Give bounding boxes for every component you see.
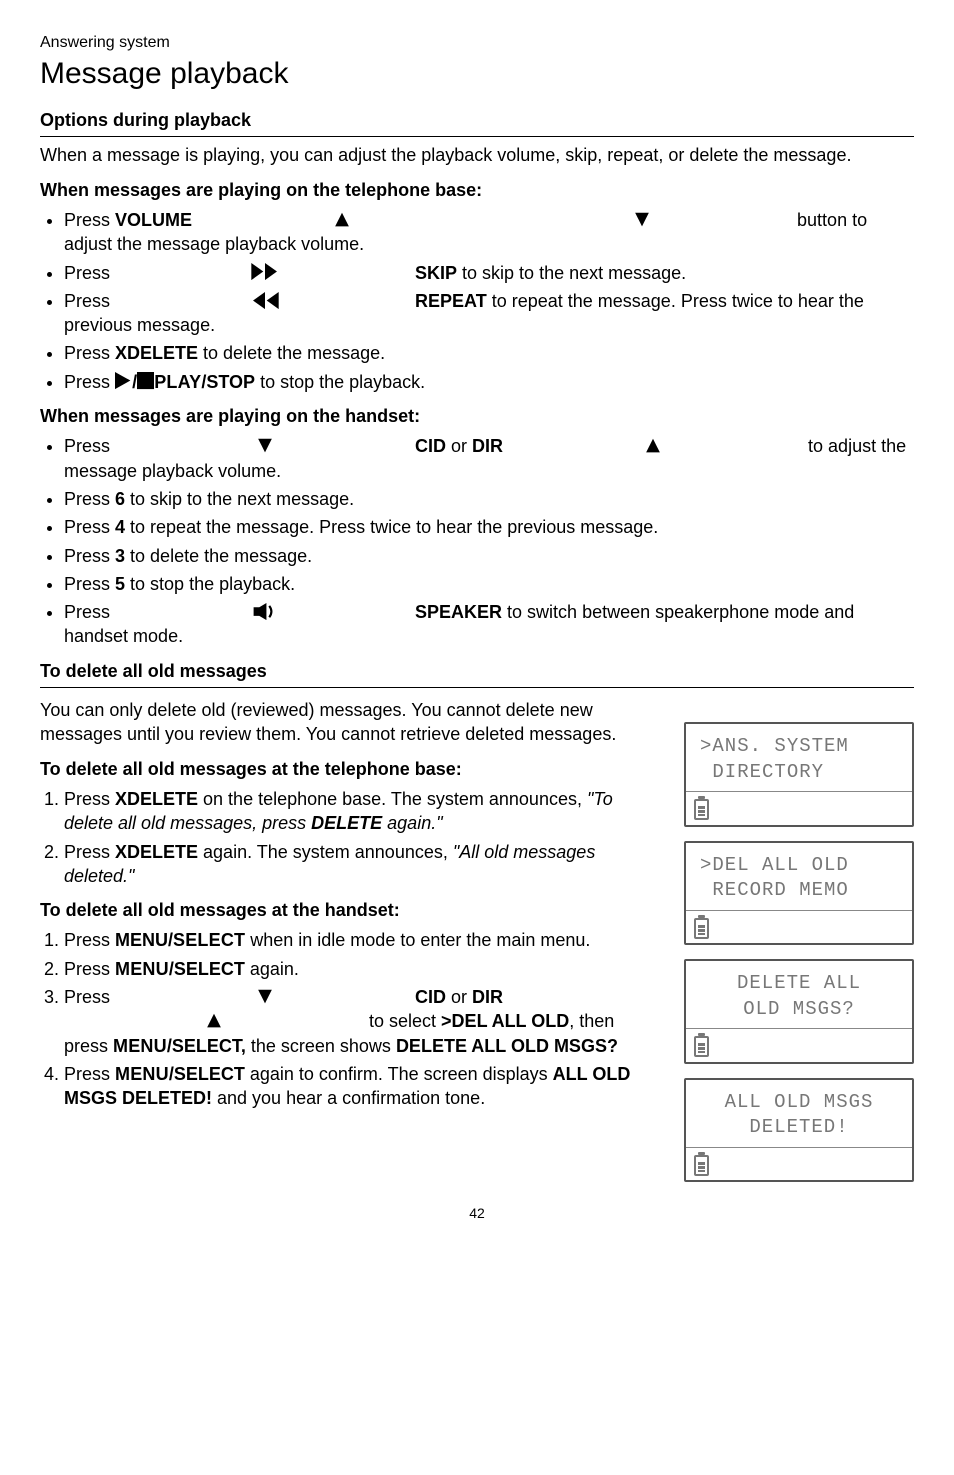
lcd-line: DELETE ALL xyxy=(737,972,861,994)
list-item: Press VOLUME button to adjust the messag… xyxy=(64,208,914,257)
base-subheading: When messages are playing on the telepho… xyxy=(40,178,914,202)
list-item: Press XDELETE again. The system announce… xyxy=(64,840,660,889)
triangle-down-icon xyxy=(492,208,792,232)
list-item: Press SKIP to skip to the next message. xyxy=(64,261,914,285)
battery-icon xyxy=(694,1155,709,1176)
triangle-up-icon xyxy=(64,1009,364,1033)
delete-intro: You can only delete old (reviewed) messa… xyxy=(40,698,660,747)
handset-option-list: Press CID or DIR to adjust the message p… xyxy=(40,434,914,648)
list-item: Press MENU/SELECT again to confirm. The … xyxy=(64,1062,660,1111)
page-number: 42 xyxy=(40,1204,914,1223)
triangle-up-icon xyxy=(503,434,803,458)
lcd-line: ALL OLD MSGS xyxy=(725,1091,874,1113)
page-title: Message playback xyxy=(40,54,914,95)
list-item: Press CID or DIR to adjust the message p… xyxy=(64,434,914,483)
lcd-line: >ANS. SYSTEM xyxy=(700,735,849,757)
triangle-up-icon xyxy=(192,208,492,232)
stop-icon xyxy=(137,370,154,394)
delete-handset-subheading: To delete all old messages at the handse… xyxy=(40,898,660,922)
battery-icon xyxy=(694,799,709,820)
speaker-icon xyxy=(115,600,415,624)
list-item: Press 4 to repeat the message. Press twi… xyxy=(64,515,914,539)
list-item: Press SPEAKER to switch between speakerp… xyxy=(64,600,914,649)
lcd-screens: >ANS. SYSTEM DIRECTORY >DEL ALL OLD RECO… xyxy=(684,722,914,1182)
list-item: Press /PLAY/STOP to stop the playback. xyxy=(64,370,914,394)
section-delete-heading: To delete all old messages xyxy=(40,659,914,688)
section-options-heading: Options during playback xyxy=(40,108,914,137)
triangle-down-icon xyxy=(115,985,415,1009)
list-item: Press MENU/SELECT when in idle mode to e… xyxy=(64,928,660,952)
fast-forward-icon xyxy=(115,261,415,285)
lcd-screen-2: >DEL ALL OLD RECORD MEMO xyxy=(684,841,914,946)
lcd-screen-1: >ANS. SYSTEM DIRECTORY xyxy=(684,722,914,827)
lcd-line: DELETED! xyxy=(749,1116,848,1138)
lcd-line: OLD MSGS? xyxy=(743,998,855,1020)
list-item: Press XDELETE on the telephone base. The… xyxy=(64,787,660,836)
delete-base-steps: Press XDELETE on the telephone base. The… xyxy=(40,787,660,888)
list-item: Press CID or DIR to select >DEL ALL OLD,… xyxy=(64,985,660,1058)
lcd-line: DIRECTORY xyxy=(700,761,824,783)
lcd-line: >DEL ALL OLD xyxy=(700,854,849,876)
list-item: Press 5 to stop the playback. xyxy=(64,572,914,596)
list-item: Press MENU/SELECT again. xyxy=(64,957,660,981)
lcd-screen-4: ALL OLD MSGS DELETED! xyxy=(684,1078,914,1183)
lcd-line: RECORD MEMO xyxy=(700,879,849,901)
battery-icon xyxy=(694,1036,709,1057)
options-intro: When a message is playing, you can adjus… xyxy=(40,143,914,167)
list-item: Press REPEAT to repeat the message. Pres… xyxy=(64,289,914,338)
battery-icon xyxy=(694,918,709,939)
lcd-screen-3: DELETE ALL OLD MSGS? xyxy=(684,959,914,1064)
breadcrumb: Answering system xyxy=(40,32,914,54)
delete-base-subheading: To delete all old messages at the teleph… xyxy=(40,757,660,781)
handset-subheading: When messages are playing on the handset… xyxy=(40,404,914,428)
triangle-down-icon xyxy=(115,434,415,458)
delete-handset-steps: Press MENU/SELECT when in idle mode to e… xyxy=(40,928,660,1110)
play-stop-icon xyxy=(115,370,132,394)
list-item: Press 3 to delete the message. xyxy=(64,544,914,568)
list-item: Press 6 to skip to the next message. xyxy=(64,487,914,511)
rewind-icon xyxy=(115,289,415,313)
list-item: Press XDELETE to delete the message. xyxy=(64,341,914,365)
base-option-list: Press VOLUME button to adjust the messag… xyxy=(40,208,914,394)
